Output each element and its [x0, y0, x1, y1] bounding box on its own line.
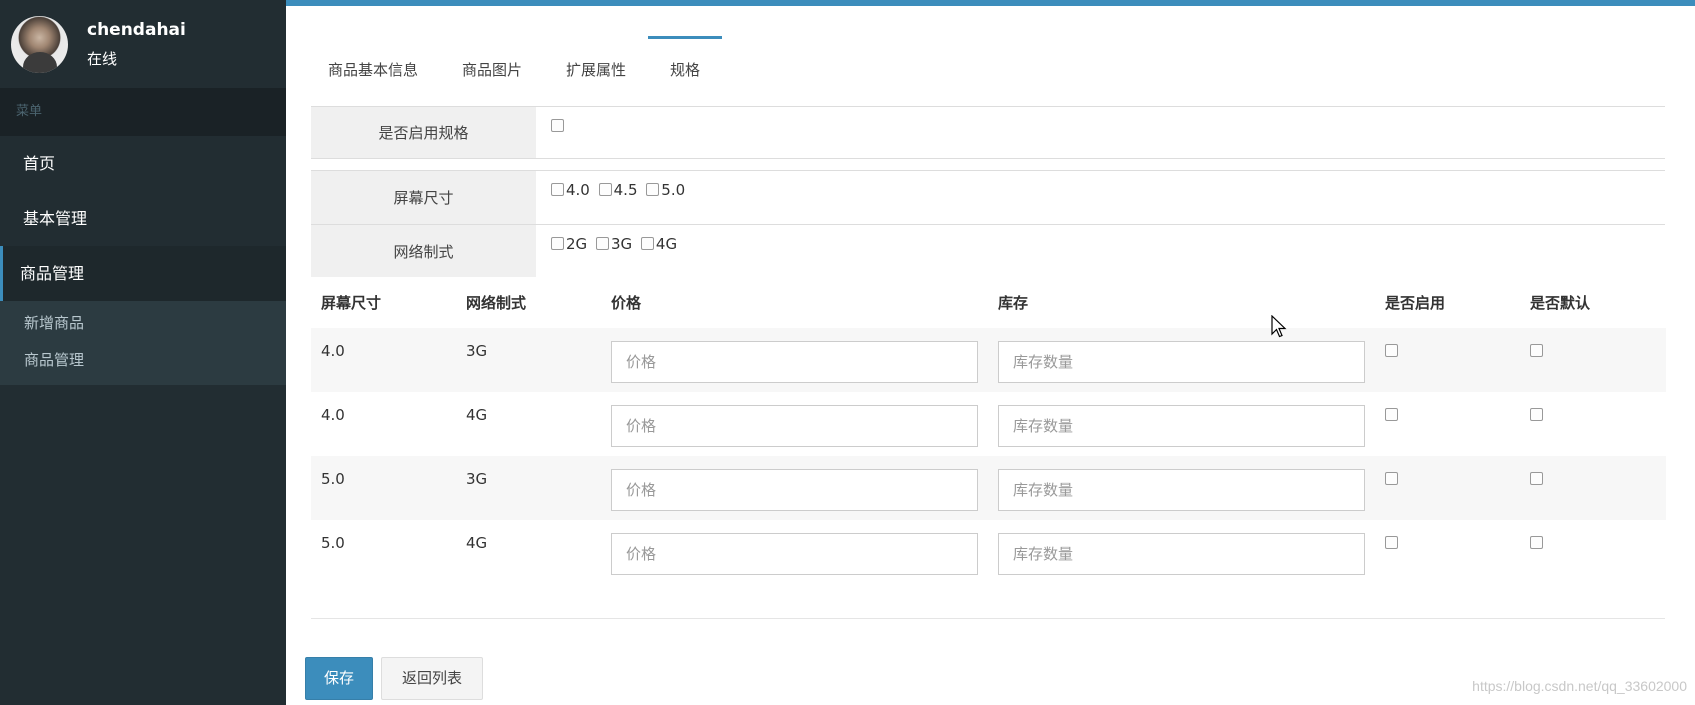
cell-network: 3G [456, 456, 601, 520]
screen-option-checkbox[interactable] [646, 183, 660, 196]
network-option-label: 2G [566, 235, 588, 253]
stock-input[interactable]: 库存数量 [998, 405, 1365, 447]
default-checkbox[interactable] [1530, 408, 1543, 421]
tab-spec[interactable]: 规格 [648, 36, 723, 95]
table-row: 5.0 3G 价格 库存数量 [311, 456, 1666, 520]
sku-table: 屏幕尺寸 网络制式 价格 库存 是否启用 是否默认 4.0 3G 价格 库存数量… [311, 276, 1666, 584]
screen-option-label: 5.0 [661, 181, 686, 199]
enabled-checkbox[interactable] [1385, 408, 1398, 421]
default-checkbox[interactable] [1530, 472, 1543, 485]
table-row: 5.0 4G 价格 库存数量 [311, 520, 1666, 584]
tab-extended-attributes[interactable]: 扩展属性 [544, 36, 648, 95]
network-row: 网络制式 2G 3G 4G [311, 224, 1665, 277]
cell-screen: 4.0 [321, 406, 345, 424]
user-panel: chendahai 在线 [0, 0, 286, 88]
column-header: 网络制式 [466, 293, 527, 312]
screen-size-row: 屏幕尺寸 4.0 4.5 5.0 [311, 170, 1665, 224]
column-header: 屏幕尺寸 [321, 293, 382, 312]
sidebar-submenu: 新增商品 商品管理 [0, 301, 286, 385]
price-input[interactable]: 价格 [611, 341, 978, 383]
main-content: 商品基本信息 商品图片 扩展属性 规格 是否启用规格 屏幕尺寸 4.0 4.5 … [286, 6, 1695, 705]
enabled-checkbox[interactable] [1385, 344, 1398, 357]
watermark-text: https://blog.csdn.net/qq_33602000 [1472, 678, 1687, 694]
network-option-checkbox[interactable] [595, 237, 609, 250]
avatar [11, 15, 68, 73]
form-divider [311, 618, 1665, 619]
back-to-list-button[interactable]: 返回列表 [381, 657, 483, 700]
tab-images[interactable]: 商品图片 [440, 36, 544, 95]
table-row: 4.0 4G 价格 库存数量 [311, 392, 1666, 456]
table-row: 4.0 3G 价格 库存数量 [311, 328, 1666, 392]
screen-option-label: 4.5 [613, 181, 638, 199]
cell-screen: 5.0 [311, 456, 456, 520]
screen-size-label: 屏幕尺寸 [311, 171, 536, 224]
default-checkbox[interactable] [1530, 536, 1543, 549]
network-option-checkbox[interactable] [551, 237, 564, 250]
column-header: 价格 [611, 293, 642, 312]
spec-enable-checkbox[interactable] [551, 119, 564, 132]
column-header: 是否默认 [1530, 293, 1591, 312]
cell-network: 4G [466, 534, 488, 552]
cell-network: 4G [466, 406, 488, 424]
screen-option-label: 4.0 [566, 181, 590, 199]
sidebar-item-basic-management[interactable]: 基本管理 [0, 191, 286, 246]
sidebar-subitem-goods-list[interactable]: 商品管理 [0, 342, 286, 379]
enabled-checkbox[interactable] [1385, 536, 1398, 549]
spec-enable-label: 是否启用规格 [311, 107, 536, 158]
column-header: 是否启用 [1385, 293, 1446, 312]
sidebar-item-home[interactable]: 首页 [0, 136, 286, 191]
user-name: chendahai [87, 20, 186, 40]
column-header: 库存 [998, 293, 1029, 312]
price-input[interactable]: 价格 [611, 469, 978, 511]
mouse-cursor-icon [1271, 315, 1287, 338]
sidebar-item-goods-management[interactable]: 商品管理 [0, 246, 286, 301]
menu-header: 菜单 [0, 88, 286, 136]
network-option-checkbox[interactable] [640, 237, 654, 250]
network-option-label: 3G [610, 235, 633, 253]
sidebar: chendahai 在线 菜单 首页 基本管理 商品管理 新增商品 商品管理 [0, 0, 286, 705]
default-checkbox[interactable] [1530, 344, 1543, 357]
stock-input[interactable]: 库存数量 [998, 533, 1365, 575]
network-option-label: 4G [655, 235, 678, 253]
price-input[interactable]: 价格 [611, 405, 978, 447]
cell-network: 3G [456, 328, 601, 392]
cell-screen: 5.0 [321, 534, 345, 552]
screen-option-checkbox[interactable] [598, 183, 612, 196]
enabled-checkbox[interactable] [1385, 472, 1398, 485]
screen-option-checkbox[interactable] [551, 183, 564, 196]
user-status: 在线 [87, 50, 118, 68]
price-input[interactable]: 价格 [611, 533, 978, 575]
tab-basic-info[interactable]: 商品基本信息 [306, 36, 440, 95]
tab-bar: 商品基本信息 商品图片 扩展属性 规格 [306, 36, 723, 95]
cell-screen: 4.0 [311, 328, 456, 392]
stock-input[interactable]: 库存数量 [998, 469, 1365, 511]
save-button[interactable]: 保存 [305, 657, 373, 700]
sidebar-subitem-add-goods[interactable]: 新增商品 [0, 305, 286, 342]
network-label: 网络制式 [311, 225, 536, 277]
spec-enable-row: 是否启用规格 [311, 106, 1665, 159]
stock-input[interactable]: 库存数量 [998, 341, 1365, 383]
